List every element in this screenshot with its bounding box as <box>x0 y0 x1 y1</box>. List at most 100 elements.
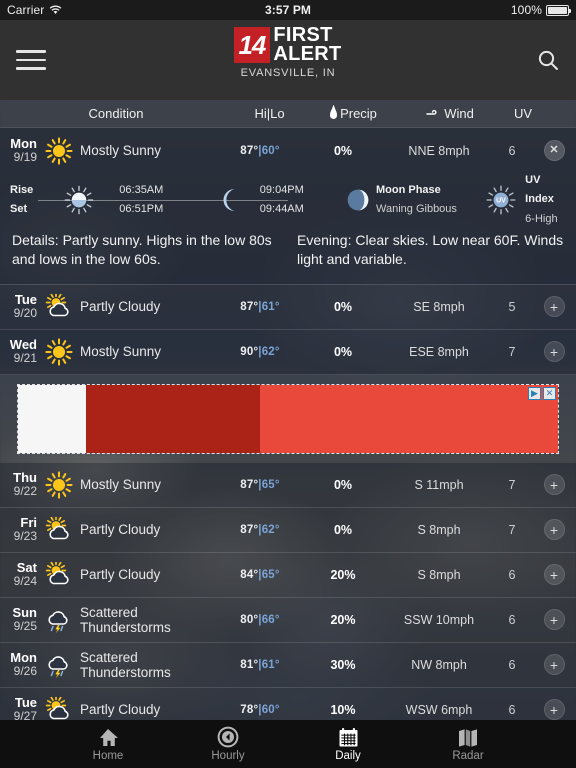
rise-label: Rise <box>10 183 34 196</box>
tab-label: Daily <box>335 750 361 762</box>
sun-cloud-icon <box>40 516 78 543</box>
row-low-temp: |61° <box>258 658 280 671</box>
uv-index-icon: UV <box>477 183 526 217</box>
row-condition-label: Partly Cloudy <box>80 702 161 718</box>
row-date: Mon 9/19 <box>0 136 40 165</box>
row-date: Thu 9/22 <box>0 471 40 498</box>
wifi-icon <box>49 5 62 15</box>
row-condition-label: Mostly Sunny <box>80 477 162 493</box>
moon-phase-block: Moon Phase Waning Gibbous <box>376 181 477 220</box>
row-day-label: Mon <box>10 136 37 151</box>
row-wind: NW 8mph <box>411 657 467 672</box>
advertisement-slot[interactable]: ▶ ✕ <box>0 374 576 463</box>
row-condition-label: Partly Cloudy <box>80 567 161 583</box>
tab-radar[interactable]: Radar <box>431 726 505 762</box>
row-action: + <box>532 296 576 318</box>
hamburger-menu-icon[interactable] <box>16 44 46 76</box>
row-date: Fri 9/23 <box>0 516 40 543</box>
forecast-list: Mon 9/19 Mostly Sunny 87°|60° 0% NNE 8mp… <box>0 128 576 733</box>
row-uv: 7 <box>508 344 516 359</box>
sun-cloud-icon <box>45 561 69 584</box>
column-header-row: Condition Hi|Lo Precip Wind UV <box>0 100 576 128</box>
row-wind: NNE 8mph <box>408 143 470 158</box>
plus-icon[interactable]: + <box>543 654 565 676</box>
forecast-row[interactable]: Sun 9/25 Scattered Thunderstorms 80°|66°… <box>0 597 576 643</box>
forecast-row[interactable]: Tue 9/20 Partly Cloudy 87°|61° 0% SE 8mp… <box>0 284 576 330</box>
brand-line-2: ALERT <box>273 43 342 65</box>
row-date-label: 9/20 <box>13 306 37 321</box>
forecast-row[interactable]: Mon 9/19 Mostly Sunny 87°|60° 0% NNE 8mp… <box>0 128 576 173</box>
row-uv: 6 <box>508 143 516 158</box>
sun-cloud-icon <box>40 696 78 723</box>
row-date-label: 9/22 <box>13 484 37 499</box>
row-wind: WSW 6mph <box>405 702 473 717</box>
row-day-label: Wed <box>9 337 37 353</box>
row-condition-label: Scattered Thunderstorms <box>80 604 171 635</box>
sunrise-sunset-icon <box>39 179 119 221</box>
row-uv: 6 <box>508 567 516 582</box>
plus-icon[interactable]: + <box>543 609 565 631</box>
forecast-row[interactable]: Wed 9/21 Mostly Sunny 90°|62° 0% ESE 8mp… <box>0 329 576 375</box>
plus-icon[interactable]: + <box>543 296 565 318</box>
row-high-temp: 81° <box>240 658 259 671</box>
row-wind: SE 8mph <box>413 299 465 314</box>
uv-index-value: 6-High <box>525 212 558 225</box>
row-high-temp: 78° <box>240 703 259 716</box>
row-uv: 5 <box>508 299 516 314</box>
tab-label: Radar <box>452 750 484 762</box>
ad-close-icon[interactable]: ✕ <box>543 386 556 400</box>
row-condition-label: Partly Cloudy <box>80 522 161 538</box>
adchoices-triangle-icon[interactable]: ▶ <box>528 386 541 400</box>
row-high-temp: 87° <box>240 144 259 157</box>
forecast-row[interactable]: Mon 9/26 Scattered Thunderstorms 81°|61°… <box>0 642 576 688</box>
plus-icon[interactable]: + <box>543 564 565 586</box>
nav-bar: 14 FIRST ALERT EVANSVILLE, IN <box>0 20 576 100</box>
column-header-condition: Condition <box>88 106 144 121</box>
sunset-time: 06:51PM <box>119 203 164 215</box>
tab-home[interactable]: Home <box>71 726 145 762</box>
wind-swirl-icon <box>426 109 440 118</box>
status-bar-time: 3:57 PM <box>264 3 312 17</box>
row-precip: 0% <box>333 344 353 359</box>
row-precip: 20% <box>330 612 356 627</box>
tab-daily[interactable]: Daily <box>311 726 385 762</box>
crescent-moon-icon <box>223 189 235 211</box>
plus-icon[interactable]: + <box>543 699 565 721</box>
row-hilo: 87°|62° <box>220 524 300 536</box>
forecast-row[interactable]: Thu 9/22 Mostly Sunny 87°|65° 0% S 11mph… <box>0 462 576 508</box>
tab-hourly[interactable]: Hourly <box>191 726 265 762</box>
forecast-row[interactable]: Fri 9/23 Partly Cloudy 87°|62° 0% S 8mph… <box>0 507 576 553</box>
row-date-label: 9/26 <box>13 664 37 679</box>
sunrise-time: 06:35AM <box>119 183 164 196</box>
row-high-temp: 90° <box>240 345 259 358</box>
map-icon <box>457 726 479 748</box>
row-date-label: 9/23 <box>13 529 37 544</box>
uv-index-icon: UV <box>486 185 516 215</box>
row-high-temp: 87° <box>240 300 259 313</box>
clock-icon <box>217 726 239 748</box>
close-icon[interactable]: ✕ <box>543 140 565 161</box>
forecast-row[interactable]: Sat 9/24 Partly Cloudy 84°|65° 20% S 8mp… <box>0 552 576 598</box>
astronomy-strip: Rise Set 06:35AM 06:51PM 09:04PM 09:44AM… <box>10 174 566 225</box>
row-wind: S 8mph <box>417 567 461 582</box>
sun-icon <box>40 338 78 366</box>
status-bar-left: Carrier <box>7 3 62 17</box>
row-action: + <box>532 654 576 676</box>
sun-icon <box>45 136 73 165</box>
plus-icon[interactable]: + <box>543 341 565 363</box>
row-uv: 6 <box>508 657 516 672</box>
row-precip: 0% <box>333 477 353 492</box>
moon-phase-icon <box>347 189 369 211</box>
row-hilo: 81°|61° <box>220 659 300 671</box>
ad-banner[interactable]: ▶ ✕ <box>17 383 559 454</box>
tab-label: Hourly <box>211 750 245 762</box>
row-date: Wed 9/21 <box>0 338 40 365</box>
brand-line-1: FIRST <box>273 24 333 46</box>
row-precip: 10% <box>330 702 356 717</box>
search-icon[interactable] <box>536 48 560 72</box>
moon-phase-icon <box>340 188 376 212</box>
row-uv: 6 <box>508 702 516 717</box>
row-date-label: 9/19 <box>13 150 37 165</box>
plus-icon[interactable]: + <box>543 519 565 541</box>
plus-icon[interactable]: + <box>543 474 565 496</box>
